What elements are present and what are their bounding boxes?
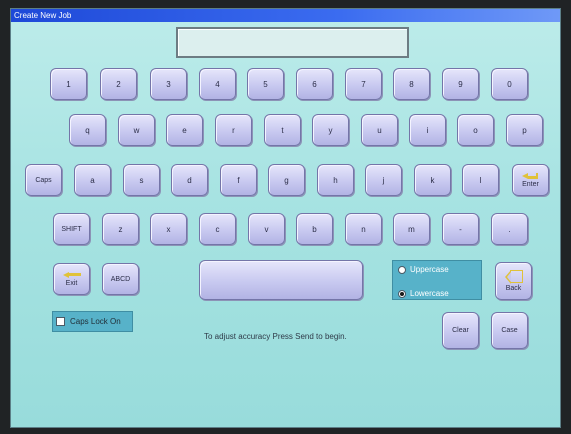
- key-6[interactable]: 6: [296, 68, 333, 100]
- instruction-text: To adjust accuracy Press Send to begin.: [204, 332, 347, 341]
- enter-icon: [522, 172, 539, 179]
- key-w[interactable]: w: [118, 114, 155, 146]
- key-y[interactable]: y: [312, 114, 349, 146]
- key-t[interactable]: t: [264, 114, 301, 146]
- key-5[interactable]: 5: [247, 68, 284, 100]
- key-f[interactable]: f: [220, 164, 257, 196]
- abcd-key[interactable]: ABCD: [102, 263, 139, 295]
- key-u[interactable]: u: [361, 114, 398, 146]
- key-dash[interactable]: -: [442, 213, 479, 245]
- caps-lock-label: Caps Lock On: [70, 317, 121, 326]
- key-h[interactable]: h: [317, 164, 354, 196]
- text-display-field[interactable]: [176, 27, 409, 58]
- screen: Create New Job 1 2 3 4 5 6 7 8 9 0 q w e…: [0, 0, 571, 434]
- key-j[interactable]: j: [365, 164, 402, 196]
- key-3[interactable]: 3: [150, 68, 187, 100]
- case-button[interactable]: Case: [491, 312, 528, 349]
- caps-lock-checkbox[interactable]: Caps Lock On: [52, 311, 133, 332]
- key-2[interactable]: 2: [100, 68, 137, 100]
- key-l[interactable]: l: [462, 164, 499, 196]
- window-title: Create New Job: [11, 9, 560, 22]
- uppercase-radio[interactable]: [398, 265, 406, 274]
- lowercase-option[interactable]: Lowercase: [398, 289, 449, 298]
- key-s[interactable]: s: [123, 164, 160, 196]
- create-job-window: Create New Job 1 2 3 4 5 6 7 8 9 0 q w e…: [10, 8, 561, 428]
- key-g[interactable]: g: [268, 164, 305, 196]
- key-d[interactable]: d: [171, 164, 208, 196]
- key-r[interactable]: r: [215, 114, 252, 146]
- uppercase-option[interactable]: Uppercase: [398, 265, 449, 274]
- caps-key[interactable]: Caps: [25, 164, 62, 196]
- back-key-label: Back: [505, 285, 522, 292]
- lowercase-label: Lowercase: [410, 289, 449, 298]
- space-bar[interactable]: [199, 260, 363, 300]
- key-e[interactable]: e: [166, 114, 203, 146]
- key-7[interactable]: 7: [345, 68, 382, 100]
- key-9[interactable]: 9: [442, 68, 479, 100]
- key-i[interactable]: i: [409, 114, 446, 146]
- key-b[interactable]: b: [296, 213, 333, 245]
- shift-key[interactable]: SHIFT: [53, 213, 90, 245]
- key-period[interactable]: .: [491, 213, 528, 245]
- key-x[interactable]: x: [150, 213, 187, 245]
- key-8[interactable]: 8: [393, 68, 430, 100]
- key-n[interactable]: n: [345, 213, 382, 245]
- enter-key[interactable]: Enter: [512, 164, 549, 196]
- arrow-left-icon: [62, 271, 81, 278]
- key-p[interactable]: p: [506, 114, 543, 146]
- key-z[interactable]: z: [102, 213, 139, 245]
- lowercase-radio[interactable]: [398, 289, 406, 298]
- key-1[interactable]: 1: [50, 68, 87, 100]
- key-0[interactable]: 0: [491, 68, 528, 100]
- uppercase-label: Uppercase: [410, 265, 449, 274]
- exit-key[interactable]: Exit: [53, 263, 90, 295]
- clear-button[interactable]: Clear: [442, 312, 479, 349]
- key-k[interactable]: k: [414, 164, 451, 196]
- exit-key-label: Exit: [65, 279, 78, 287]
- key-c[interactable]: c: [199, 213, 236, 245]
- key-m[interactable]: m: [393, 213, 430, 245]
- backspace-icon: [504, 270, 523, 284]
- enter-key-label: Enter: [522, 180, 539, 188]
- case-selector: Uppercase Lowercase: [392, 260, 482, 300]
- key-v[interactable]: v: [248, 213, 285, 245]
- caps-lock-box[interactable]: [56, 317, 65, 326]
- key-4[interactable]: 4: [199, 68, 236, 100]
- key-a[interactable]: a: [74, 164, 111, 196]
- key-q[interactable]: q: [69, 114, 106, 146]
- back-key[interactable]: Back: [495, 262, 532, 300]
- key-o[interactable]: o: [457, 114, 494, 146]
